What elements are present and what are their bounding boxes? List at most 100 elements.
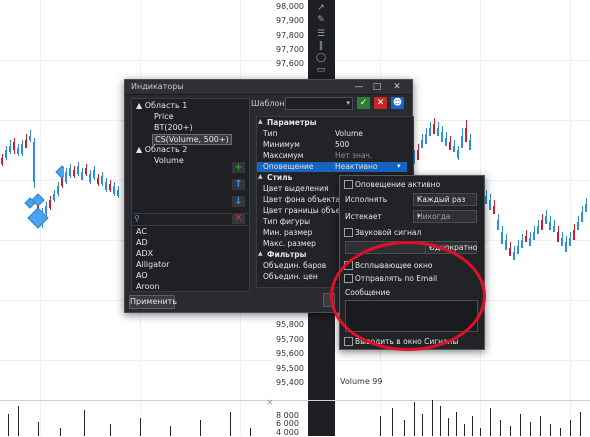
property-row[interactable]: Минимум 500 xyxy=(257,140,407,150)
tree-item-volume[interactable]: Volume xyxy=(154,156,184,165)
horizontal-line-icon[interactable]: ☰ xyxy=(313,28,329,40)
volume-bar xyxy=(530,422,531,436)
close-icon[interactable]: ✕ xyxy=(391,81,403,93)
vertical-lines-icon[interactable]: ‖ xyxy=(313,40,329,52)
volume-bar xyxy=(170,426,171,436)
candle xyxy=(517,246,519,254)
candle xyxy=(557,232,559,242)
volume-bars xyxy=(0,400,590,436)
tree-item-cs[interactable]: CS(Volume, 500+) xyxy=(152,134,232,145)
candle xyxy=(497,220,499,230)
maximize-icon[interactable]: □ xyxy=(371,81,383,93)
property-group[interactable]: Параметры ▲ xyxy=(257,118,407,128)
candle xyxy=(89,174,91,182)
property-row[interactable]: Максимум Нет знач. xyxy=(257,151,407,161)
candle xyxy=(457,150,459,158)
volume-bar xyxy=(540,416,541,436)
volume-bar xyxy=(392,408,393,436)
tree-node-area-2[interactable]: ▲ Область 2 xyxy=(136,145,187,154)
volume-bar xyxy=(414,402,415,436)
candle xyxy=(93,170,95,178)
list-item[interactable]: AD xyxy=(136,238,148,247)
candle xyxy=(441,132,443,142)
property-row[interactable]: Оповещение Неактивно ▾ xyxy=(257,162,407,172)
signals-checkbox[interactable] xyxy=(344,337,353,346)
property-value: Нет знач. xyxy=(335,151,373,160)
alert-active-label: Оповещение активно xyxy=(355,180,441,189)
price-tick: 97,800 xyxy=(276,31,304,40)
tree-item-bt[interactable]: BT(200+) xyxy=(154,123,193,132)
list-item[interactable]: Aroon xyxy=(136,282,159,291)
candle xyxy=(97,178,99,184)
sound-checkbox[interactable] xyxy=(344,228,353,237)
volume-bar xyxy=(464,424,465,436)
volume-bar xyxy=(18,406,19,436)
volume-bar xyxy=(404,420,405,436)
ellipse-tool-icon[interactable]: ◯ xyxy=(313,52,329,64)
collapse-icon[interactable]: ▲ xyxy=(258,118,263,125)
add-indicator-icon[interactable]: + xyxy=(232,162,245,173)
property-key: Макс. размер xyxy=(263,239,316,248)
template-label: Шаблон xyxy=(251,99,285,108)
arrow-tool-icon[interactable]: ↗ xyxy=(313,2,329,14)
candle xyxy=(529,238,531,246)
minimize-icon[interactable]: — xyxy=(353,81,365,93)
volume-bar xyxy=(432,400,433,436)
list-item[interactable]: AC xyxy=(136,227,147,236)
volume-bar xyxy=(250,428,251,436)
property-key: Мин. размер xyxy=(263,228,313,237)
tree-item-price[interactable]: Price xyxy=(154,112,174,121)
chevron-down-icon[interactable]: ▾ xyxy=(397,162,401,170)
alert-active-checkbox[interactable] xyxy=(344,180,353,189)
chevron-down-icon: ▾ xyxy=(417,195,421,203)
price-tick: 95,800 xyxy=(276,320,304,329)
property-key: Оповещение xyxy=(263,162,314,171)
candle xyxy=(417,150,419,160)
delete-indicator-icon[interactable]: ✕ xyxy=(232,213,245,224)
volume-bar xyxy=(480,428,481,436)
candle xyxy=(449,142,451,150)
property-key: Объедин. баров xyxy=(263,261,327,270)
list-item[interactable]: ADX xyxy=(136,249,153,258)
price-tick: 97,700 xyxy=(276,45,304,54)
candle xyxy=(513,252,515,260)
tree-node-area-1[interactable]: ▲ Область 1 xyxy=(136,101,187,110)
property-key: Цвет выделения xyxy=(263,184,329,193)
candle xyxy=(117,190,119,196)
template-save-icon[interactable]: ✓ xyxy=(357,97,370,109)
template-select[interactable]: ▾ xyxy=(285,97,353,110)
candle xyxy=(489,200,491,210)
volume-bar xyxy=(560,428,561,436)
move-up-icon[interactable]: ↑ xyxy=(232,179,245,190)
pencil-tool-icon[interactable]: ✎ xyxy=(313,14,329,26)
execute-select[interactable]: Каждый раз ▾ xyxy=(413,193,477,206)
apply-button[interactable]: Применить xyxy=(129,295,177,309)
volume-bar xyxy=(456,412,457,436)
candle xyxy=(573,230,575,240)
property-value: 500 xyxy=(335,140,350,149)
property-row[interactable]: Тип Volume xyxy=(257,129,407,139)
candle xyxy=(501,232,503,244)
diamond-marker xyxy=(27,207,49,229)
collapse-icon[interactable]: ▲ xyxy=(258,250,263,257)
template-delete-icon[interactable]: ✕ xyxy=(374,97,387,109)
rectangle-tool-icon[interactable]: ▭ xyxy=(313,64,329,76)
candle xyxy=(113,186,115,194)
volume-bar xyxy=(230,412,231,436)
volume-bar xyxy=(60,428,61,436)
list-item[interactable]: Alligator xyxy=(136,260,169,269)
collapse-icon[interactable]: ▲ xyxy=(258,173,263,180)
price-tick: 98,000 xyxy=(276,2,304,11)
candle xyxy=(65,172,67,182)
move-down-icon[interactable]: ↓ xyxy=(232,196,245,207)
list-item[interactable]: AO xyxy=(136,271,148,280)
candle xyxy=(545,216,547,224)
expires-select[interactable]: Никогда ▾ xyxy=(413,210,477,223)
candle xyxy=(585,204,587,212)
template-user-icon[interactable]: ☻ xyxy=(391,97,404,109)
dialog-titlebar[interactable]: Индикаторы — □ ✕ xyxy=(125,80,412,95)
volume-bar xyxy=(84,410,85,436)
property-value: Неактивно xyxy=(335,162,378,171)
property-key: Фильтры xyxy=(267,250,307,259)
candle xyxy=(109,184,111,190)
